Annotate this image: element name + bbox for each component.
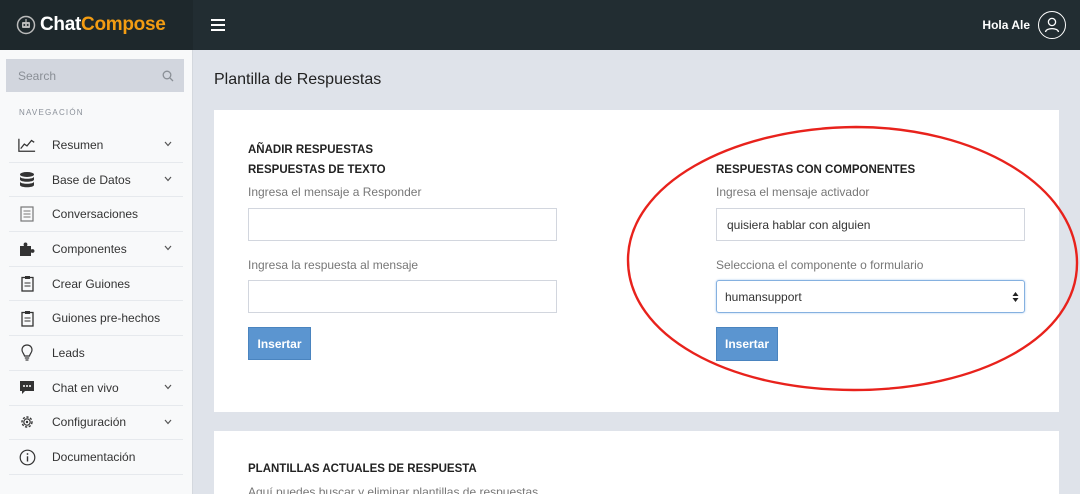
brand-text-chat: Chat xyxy=(40,14,82,35)
chevron-down-icon xyxy=(164,141,172,147)
current-templates-card: PLANTILLAS ACTUALES DE RESPUESTA Aquí pu… xyxy=(214,431,1059,494)
user-menu[interactable]: Hola Ale xyxy=(982,11,1066,39)
sidebar-item-componentes[interactable]: Componentes xyxy=(9,232,183,267)
current-templates-description: Aquí puedes buscar y eliminar plantillas… xyxy=(248,485,539,494)
chevron-down-icon xyxy=(164,384,172,390)
clipboard-icon xyxy=(18,275,36,293)
chevron-down-icon xyxy=(164,419,172,424)
sidebar-item-configuracion[interactable]: Configuración xyxy=(9,406,183,441)
nav-section-header: NAVEGACIÓN xyxy=(19,108,84,117)
robot-icon xyxy=(16,15,36,35)
search-input[interactable] xyxy=(18,68,148,83)
sidebar-item-label: Configuración xyxy=(52,415,127,430)
sidebar-item-label: Base de Datos xyxy=(52,172,131,187)
sidebar-item-label: Leads xyxy=(52,345,85,360)
chat-bubble-icon xyxy=(18,379,36,397)
clipboard-icon xyxy=(18,309,36,327)
trigger-input[interactable] xyxy=(716,208,1025,241)
current-templates-heading: PLANTILLAS ACTUALES DE RESPUESTA xyxy=(248,463,477,475)
menu-toggle-icon[interactable] xyxy=(211,19,225,31)
sidebar-item-label: Documentación xyxy=(52,450,136,465)
text-responses-heading: RESPUESTAS DE TEXTO xyxy=(248,164,386,176)
sidebar-item-label: Conversaciones xyxy=(52,207,139,222)
response-label: Ingresa la respuesta al mensaje xyxy=(248,258,419,272)
component-select-label: Selecciona el componente o formulario xyxy=(716,258,924,272)
add-responses-heading: AÑADIR RESPUESTAS xyxy=(248,144,374,156)
search-icon[interactable] xyxy=(162,70,174,82)
top-navbar: Chat Compose Hola Ale xyxy=(0,0,1080,50)
brand-logo[interactable]: Chat Compose xyxy=(0,0,193,50)
component-responses-heading: RESPUESTAS CON COMPONENTES xyxy=(716,164,916,176)
component-select-value: humansupport xyxy=(725,289,802,304)
database-icon xyxy=(18,171,36,189)
chart-line-icon xyxy=(18,136,36,154)
chevron-down-icon xyxy=(164,176,172,182)
sidebar-nav: Resumen Base de Datos Conversaciones Com… xyxy=(9,128,183,475)
insert-component-response-button[interactable]: Insertar xyxy=(716,327,778,361)
sidebar: NAVEGACIÓN Resumen Base de Datos Convers… xyxy=(0,50,193,494)
user-avatar-icon[interactable] xyxy=(1038,11,1066,39)
page-title: Plantilla de Respuestas xyxy=(214,71,382,88)
message-label: Ingresa el mensaje a Responder xyxy=(248,185,422,199)
sidebar-search xyxy=(6,59,184,92)
puzzle-icon xyxy=(18,240,36,258)
sidebar-item-crear-guiones[interactable]: Crear Guiones xyxy=(9,267,183,302)
response-input[interactable] xyxy=(248,280,557,313)
sidebar-item-label: Resumen xyxy=(52,137,104,152)
sidebar-item-base-de-datos[interactable]: Base de Datos xyxy=(9,163,183,198)
sidebar-item-label: Crear Guiones xyxy=(52,276,131,291)
sidebar-item-label: Guiones pre-hechos xyxy=(52,311,161,326)
gear-icon xyxy=(18,413,36,431)
message-input[interactable] xyxy=(248,208,557,241)
add-responses-card: AÑADIR RESPUESTAS RESPUESTAS DE TEXTO In… xyxy=(214,110,1059,412)
sidebar-item-label: Chat en vivo xyxy=(52,380,119,395)
brand-text-compose: Compose xyxy=(81,14,166,35)
insert-text-response-button[interactable]: Insertar xyxy=(248,327,311,360)
chevron-down-icon xyxy=(164,245,172,251)
list-icon xyxy=(18,205,36,223)
trigger-label: Ingresa el mensaje activador xyxy=(716,185,870,199)
sidebar-item-leads[interactable]: Leads xyxy=(9,336,183,371)
sidebar-item-chat-en-vivo[interactable]: Chat en vivo xyxy=(9,371,183,406)
lightbulb-icon xyxy=(18,344,36,362)
info-icon xyxy=(18,448,36,466)
component-select[interactable]: humansupport xyxy=(716,280,1025,313)
sidebar-item-label: Componentes xyxy=(52,241,127,256)
sidebar-item-documentacion[interactable]: Documentación xyxy=(9,440,183,475)
select-arrows-icon xyxy=(1012,292,1019,302)
user-greeting: Hola Ale xyxy=(982,18,1030,32)
sidebar-item-guiones-pre-hechos[interactable]: Guiones pre-hechos xyxy=(9,301,183,337)
sidebar-item-resumen[interactable]: Resumen xyxy=(9,128,183,163)
sidebar-item-conversaciones[interactable]: Conversaciones xyxy=(9,197,183,233)
